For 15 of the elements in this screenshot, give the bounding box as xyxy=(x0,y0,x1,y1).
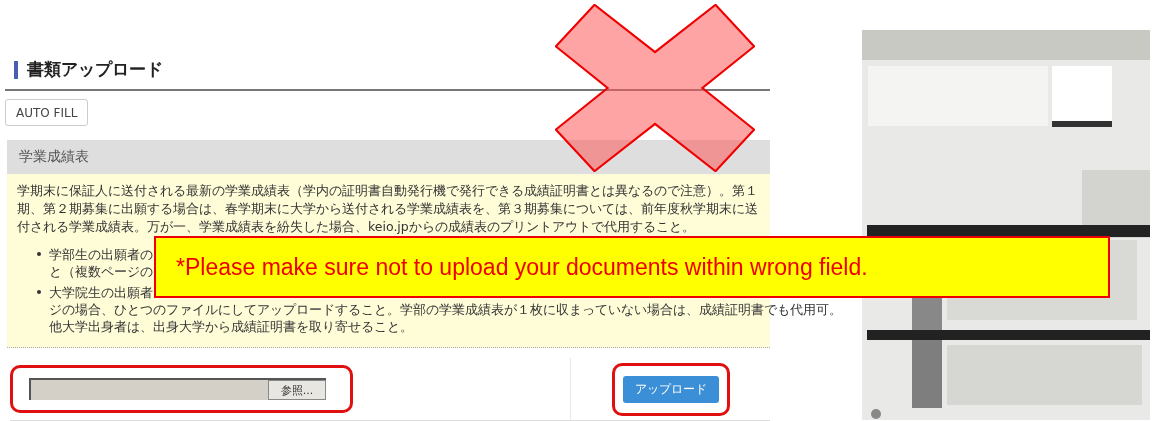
title-accent-bar xyxy=(14,60,18,79)
browse-button[interactable]: 参照... xyxy=(268,380,326,401)
auto-fill-button[interactable]: AUTO FILL xyxy=(5,99,89,127)
bullet-text: と（複数ページの xyxy=(49,263,153,281)
file-input[interactable]: 参照... xyxy=(29,378,326,401)
bullet-text: 学部生の出願者の xyxy=(49,246,153,264)
bullet-text: 他大学出身者は、出身大学から成績証明書を取り寄せること。 xyxy=(49,318,414,336)
bullet-text: 大学院生の出願者 xyxy=(49,284,154,302)
bullet-icon xyxy=(37,290,41,295)
bullet-text: ジの場合、ひとつのファイルにしてアップロードすること。学部の学業成績表が１枚に収まっていない場合は、成績証明書でも代用可。 xyxy=(49,301,842,319)
section-title: 学業成績表 xyxy=(19,148,89,167)
notice-paragraph: 学期末に保証人に送付される最新の学業成績表（学内の証明書自動発行機で発行できる成績証明書とは異なるので注意）。第１期、第２期募集に出願する場合は、春学期末に大学から送付される学業成績表を、第３期募集については、前年度秋学期末に送付される学業成績表。万が一、学業成績表を紛失した場合、keio.jpからの成績表のプリントアウトで代用すること。 xyxy=(17,182,759,237)
warning-banner: *Please make sure not to upload your documents within wrong field. xyxy=(154,236,1110,298)
page-title: 書類アップロード xyxy=(27,58,163,81)
bullet-icon xyxy=(37,252,41,257)
